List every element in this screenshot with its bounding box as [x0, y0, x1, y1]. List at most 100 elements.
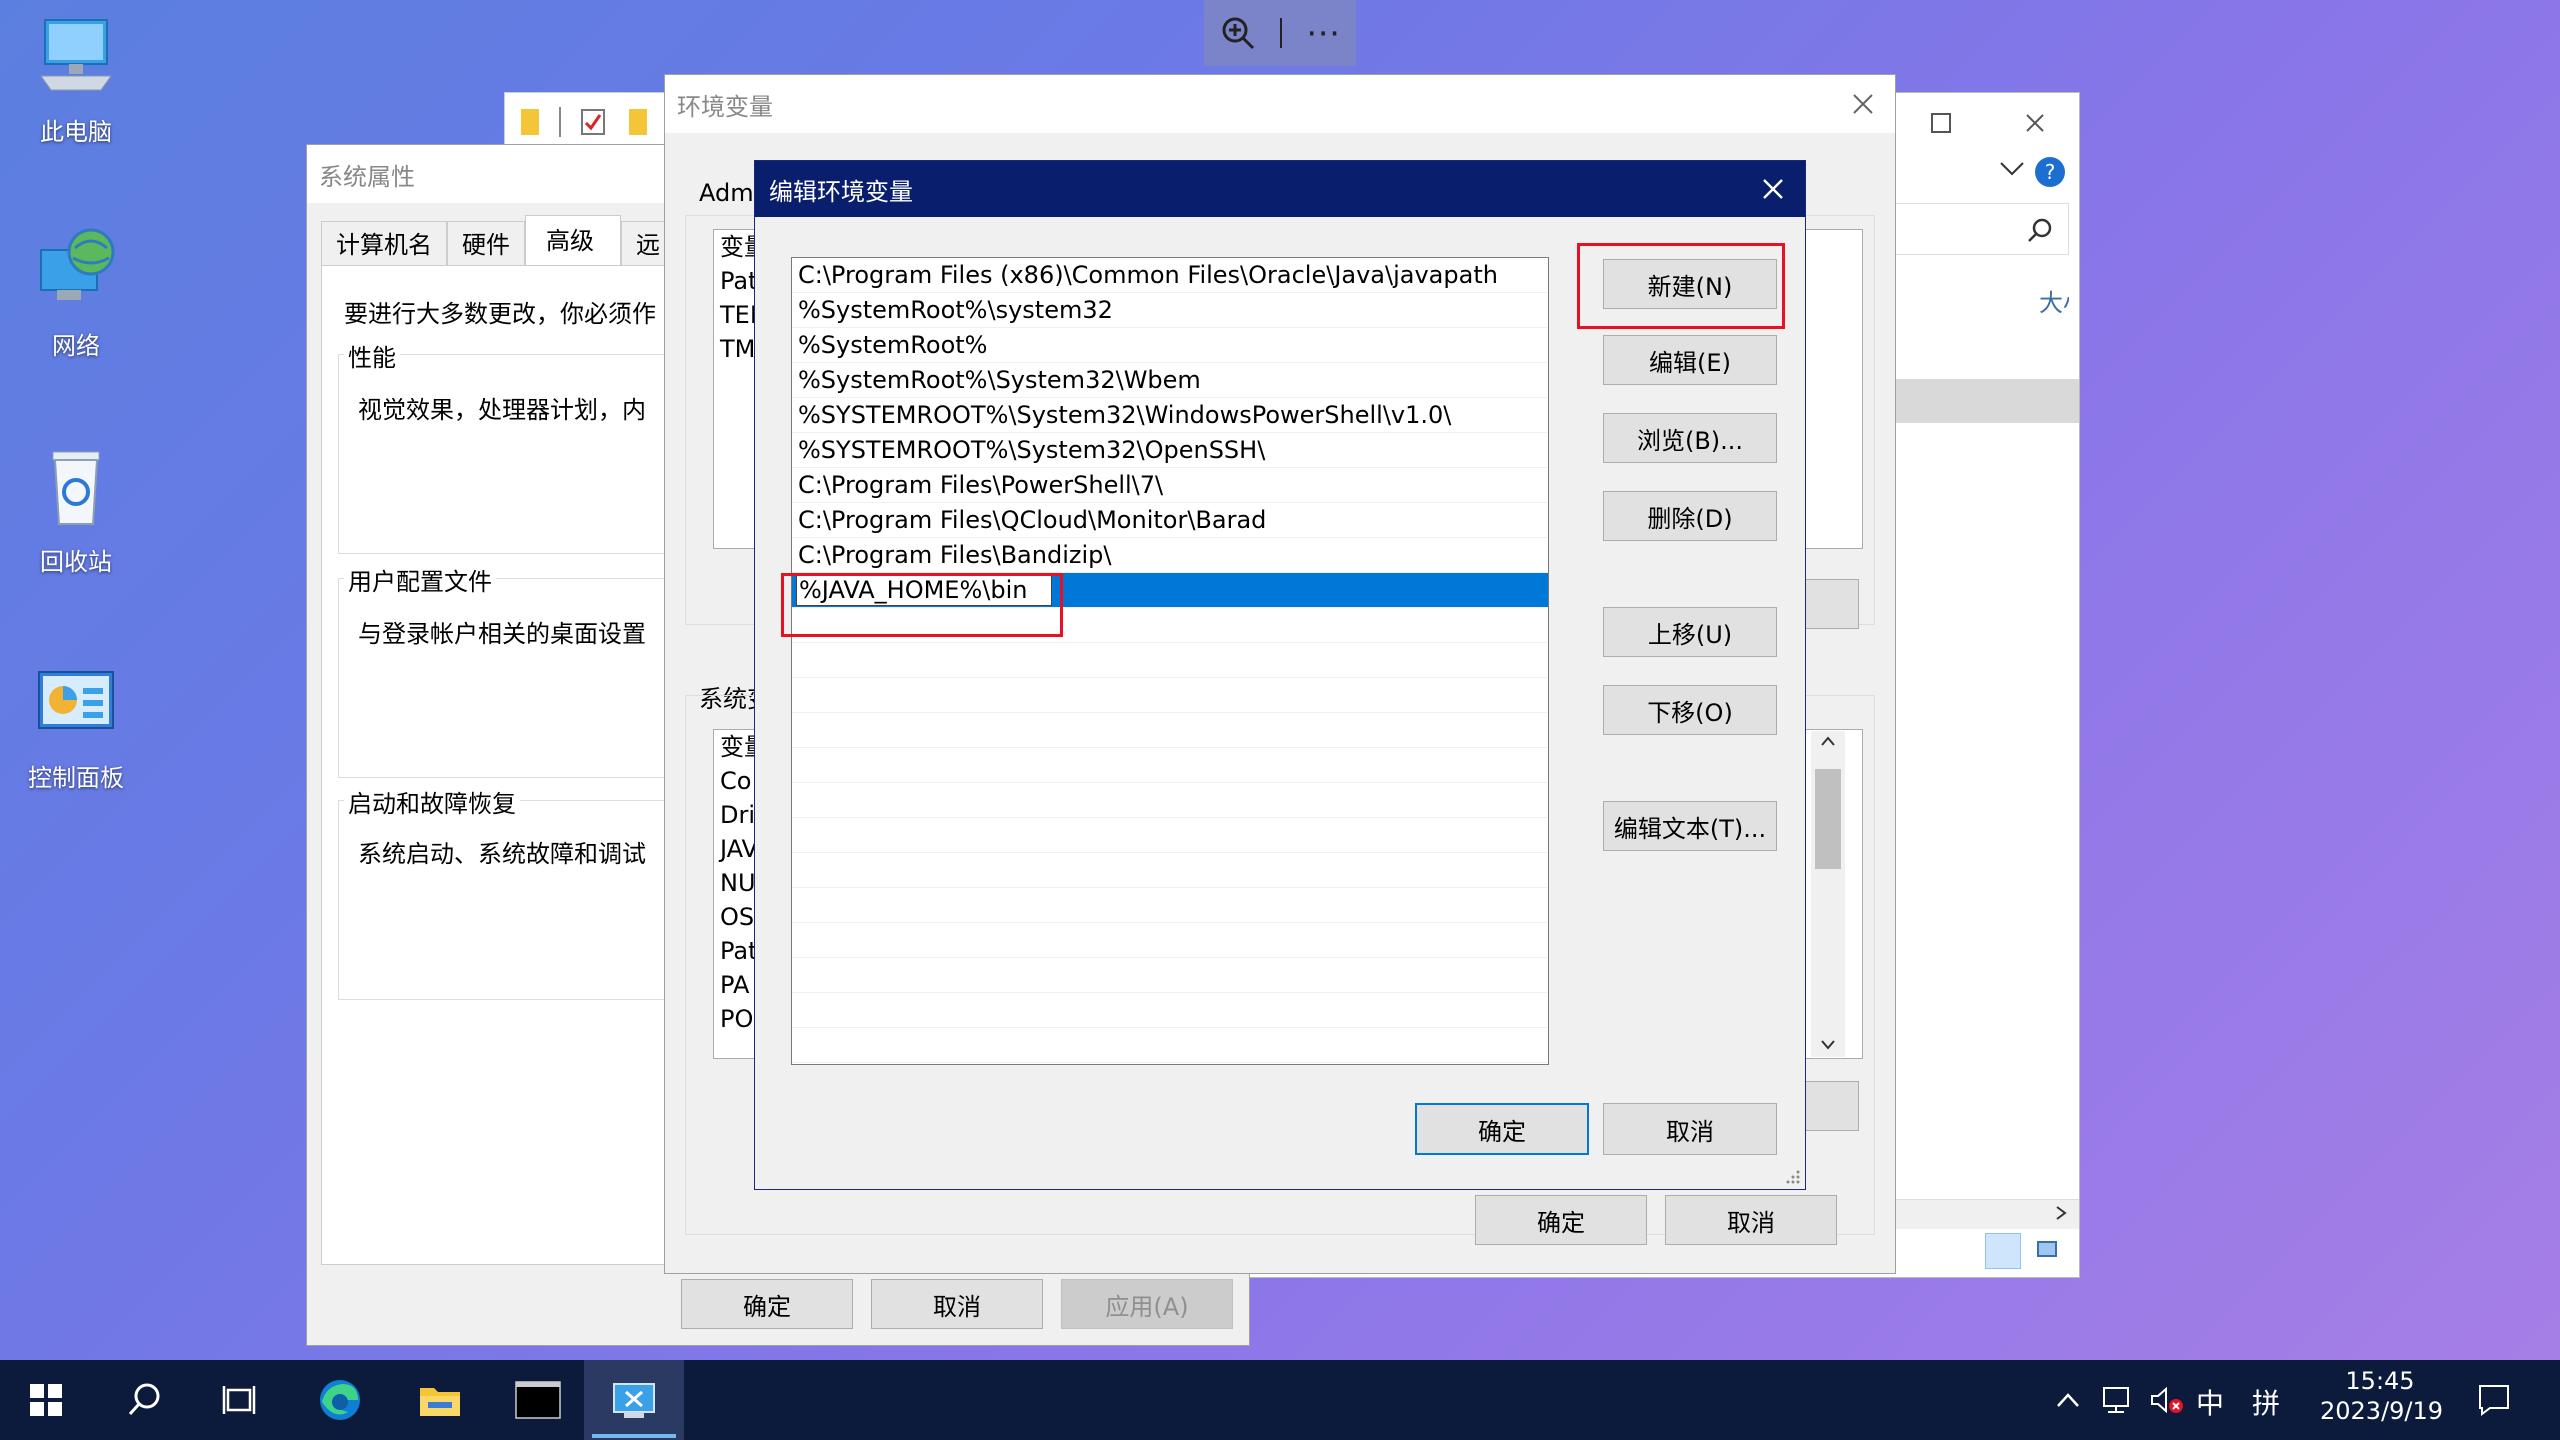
- maximize-icon[interactable]: [1929, 111, 1953, 135]
- move-down-button[interactable]: 下移(O): [1603, 685, 1777, 735]
- window-title: 环境变量: [677, 92, 773, 121]
- ok-button[interactable]: 确定: [1475, 1195, 1647, 1245]
- toolbar-divider: [559, 107, 561, 137]
- edge-browser-icon[interactable]: [312, 1372, 368, 1428]
- more-options-icon[interactable]: ⋯: [1306, 16, 1340, 50]
- network-status-icon[interactable]: [2100, 1384, 2136, 1416]
- desktop-icon-this-pc[interactable]: 此电脑: [16, 10, 136, 147]
- move-up-button[interactable]: 上移(U): [1603, 607, 1777, 657]
- explorer-quick-toolbar: [504, 92, 684, 152]
- list-item[interactable]: %SystemRoot%\System32\Wbem: [792, 363, 1548, 398]
- user-vars-label: Adm: [699, 179, 754, 207]
- edit-button[interactable]: 编辑(E): [1603, 335, 1777, 385]
- list-item[interactable]: %SYSTEMROOT%\System32\WindowsPowerShell\…: [792, 398, 1548, 433]
- user-profiles-desc: 与登录帐户相关的桌面设置: [358, 620, 646, 648]
- help-icon[interactable]: ?: [2035, 157, 2065, 187]
- empty-row: [792, 678, 1548, 713]
- highlight-box-entry: [781, 573, 1063, 637]
- ok-button[interactable]: 确定: [681, 1279, 853, 1329]
- recycle-bin-icon: [52, 451, 100, 525]
- vertical-scrollbar[interactable]: [1811, 731, 1845, 1057]
- new-folder-icon[interactable]: [629, 109, 647, 135]
- cancel-button[interactable]: 取消: [1665, 1195, 1837, 1245]
- properties-icon[interactable]: [581, 109, 605, 135]
- list-item[interactable]: %SystemRoot%: [792, 328, 1548, 363]
- user-profiles-title: 用户配置文件: [344, 562, 496, 597]
- intro-text: 要进行大多数更改，你必须作: [344, 300, 656, 328]
- close-icon[interactable]: [1851, 92, 1875, 116]
- empty-row: [792, 1028, 1548, 1063]
- close-icon[interactable]: [1761, 177, 1785, 201]
- desktop-icon-network[interactable]: 网络: [16, 224, 136, 361]
- edit-dialog-titlebar: 编辑环境变量: [755, 161, 1805, 217]
- details-view-icon[interactable]: [1985, 1233, 2021, 1269]
- tab-strip: 计算机名 硬件 高级 远: [321, 215, 675, 265]
- path-entries-list[interactable]: C:\Program Files (x86)\Common Files\Orac…: [791, 257, 1549, 1065]
- ime-language-indicator[interactable]: 中: [2196, 1382, 2224, 1422]
- scroll-up-icon[interactable]: [1811, 731, 1845, 751]
- zoom-in-icon[interactable]: [1220, 15, 1256, 51]
- folder-icon[interactable]: [521, 109, 539, 135]
- file-explorer-icon[interactable]: [412, 1372, 468, 1428]
- empty-row: [792, 958, 1548, 993]
- tab-advanced[interactable]: 高级: [525, 215, 621, 265]
- window-title: 系统属性: [319, 162, 415, 191]
- startup-recovery-title: 启动和故障恢复: [344, 784, 520, 819]
- edit-text-button[interactable]: 编辑文本(T)...: [1603, 801, 1777, 851]
- resize-grip-icon[interactable]: [1785, 1169, 1801, 1185]
- empty-row: [792, 643, 1548, 678]
- empty-row: [792, 818, 1548, 853]
- search-icon[interactable]: [116, 1372, 172, 1428]
- task-view-icon[interactable]: [212, 1372, 268, 1428]
- performance-desc: 视觉效果，处理器计划，内: [358, 396, 646, 424]
- control-panel-icon: [38, 671, 114, 729]
- clock-time: 15:45: [2345, 1367, 2415, 1395]
- show-hidden-icons-chevron-icon[interactable]: [2054, 1390, 2082, 1410]
- clock[interactable]: 15:45 2023/9/19: [2320, 1366, 2443, 1426]
- delete-button[interactable]: 删除(D): [1603, 491, 1777, 541]
- desktop-icon-recycle-bin[interactable]: 回收站: [16, 440, 136, 577]
- list-item[interactable]: C:\Program Files (x86)\Common Files\Orac…: [792, 258, 1548, 293]
- empty-row: [792, 783, 1548, 818]
- list-item[interactable]: %SystemRoot%\system32: [792, 293, 1548, 328]
- search-icon: [2028, 218, 2052, 242]
- terminal-icon[interactable]: [510, 1372, 566, 1428]
- empty-row: [792, 713, 1548, 748]
- start-windows-icon[interactable]: [18, 1372, 74, 1428]
- desktop-icon-label: 控制面板: [28, 764, 124, 792]
- scrollbar-thumb[interactable]: [1815, 769, 1841, 869]
- large-icons-view-icon[interactable]: [2029, 1233, 2065, 1269]
- volume-muted-icon[interactable]: [2148, 1384, 2184, 1416]
- chevron-down-icon[interactable]: [1999, 161, 2025, 177]
- ime-mode-indicator[interactable]: 拼: [2252, 1382, 2280, 1422]
- desktop-icon-control-panel[interactable]: 控制面板: [16, 656, 136, 793]
- empty-row: [792, 923, 1548, 958]
- scroll-right-icon[interactable]: [2053, 1203, 2069, 1223]
- list-item[interactable]: %SYSTEMROOT%\System32\OpenSSH\: [792, 433, 1548, 468]
- highlight-box-new: [1577, 243, 1785, 329]
- tab-computer-name[interactable]: 计算机名: [321, 221, 447, 265]
- cancel-button[interactable]: 取消: [1603, 1103, 1777, 1155]
- cancel-button[interactable]: 取消: [871, 1279, 1043, 1329]
- desktop-icon-label: 网络: [52, 332, 100, 360]
- empty-row: [792, 993, 1548, 1028]
- tab-hardware[interactable]: 硬件: [447, 221, 525, 265]
- browse-button[interactable]: 浏览(B)...: [1603, 413, 1777, 463]
- list-item[interactable]: C:\Program Files\Bandizip\: [792, 538, 1548, 573]
- empty-row: [792, 748, 1548, 783]
- network-icon: [40, 228, 115, 300]
- apply-button[interactable]: 应用(A): [1061, 1279, 1233, 1329]
- dialog-title: 编辑环境变量: [769, 177, 913, 206]
- scroll-down-icon[interactable]: [1811, 1035, 1845, 1055]
- zoom-toolbar: ⋯: [1204, 0, 1356, 66]
- ok-button[interactable]: 确定: [1415, 1103, 1589, 1155]
- system-properties-icon[interactable]: [606, 1372, 662, 1428]
- column-header-size[interactable]: 大小: [2039, 283, 2069, 318]
- empty-row: [792, 888, 1548, 923]
- list-item[interactable]: C:\Program Files\QCloud\Monitor\Barad: [792, 503, 1548, 538]
- close-icon[interactable]: [2023, 111, 2047, 135]
- notification-center-icon[interactable]: [2476, 1382, 2512, 1418]
- list-item[interactable]: C:\Program Files\PowerShell\7\: [792, 468, 1548, 503]
- computer-icon: [40, 19, 112, 91]
- startup-recovery-desc: 系统启动、系统故障和调试: [358, 840, 646, 868]
